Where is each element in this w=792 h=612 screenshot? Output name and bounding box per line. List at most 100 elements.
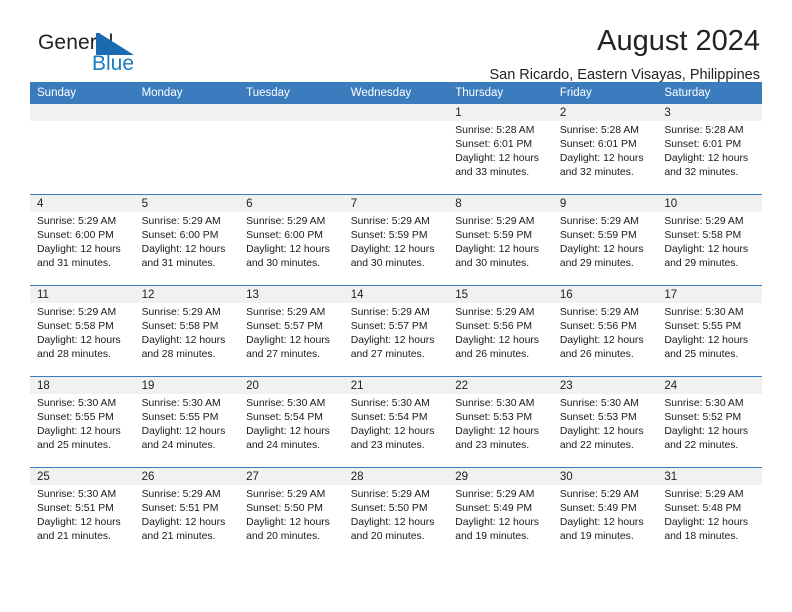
calendar-day-cell[interactable]: 8 Sunrise: 5:29 AM Sunset: 5:59 PM Daylight… bbox=[448, 194, 553, 286]
calendar-day-cell[interactable]: 9 Sunrise: 5:29 AM Sunset: 5:59 PM Daylight… bbox=[552, 194, 658, 286]
day-sun-info: Sunrise: 5:29 AM Sunset: 6:00 PM Daylight:… bbox=[135, 212, 240, 271]
day-number: 17 bbox=[657, 286, 762, 303]
day-cell-content: 12 Sunrise: 5:29 AM Sunset: 5:58 PM Dayligh… bbox=[134, 286, 240, 376]
sunrise-text: Sunrise: 5:29 AM bbox=[246, 216, 326, 227]
daylight-text-line2: and 25 minutes. bbox=[664, 349, 739, 361]
sunrise-text: Sunrise: 5:28 AM bbox=[664, 125, 744, 136]
weekday-header-thursday: Thursday bbox=[448, 82, 553, 104]
daylight-text-line2: and 30 minutes. bbox=[246, 258, 321, 270]
sunset-text: Sunset: 5:50 PM bbox=[350, 503, 428, 515]
sunrise-text: Sunrise: 5:28 AM bbox=[559, 125, 639, 136]
daylight-text-line1: Daylight: 12 hours bbox=[350, 426, 435, 438]
sunset-text: Sunset: 5:51 PM bbox=[37, 503, 114, 515]
sunset-text: Sunset: 6:01 PM bbox=[559, 139, 637, 151]
day-number: 21 bbox=[343, 377, 449, 394]
day-number bbox=[343, 104, 449, 121]
calendar-day-cell[interactable]: 28 Sunrise: 5:29 AM Sunset: 5:50 PM Dayligh… bbox=[343, 467, 449, 558]
sunset-text: Sunset: 5:59 PM bbox=[455, 230, 533, 242]
calendar-day-cell[interactable]: 22 Sunrise: 5:30 AM Sunset: 5:53 PM Dayligh… bbox=[448, 376, 553, 468]
day-cell-content: 2 Sunrise: 5:28 AM Sunset: 6:01 PM Daylight… bbox=[552, 104, 658, 194]
calendar-day-cell[interactable]: 12 Sunrise: 5:29 AM Sunset: 5:58 PM Dayligh… bbox=[134, 285, 240, 377]
calendar-day-cell[interactable]: 21 Sunrise: 5:30 AM Sunset: 5:54 PM Dayligh… bbox=[343, 376, 449, 468]
calendar-day-cell[interactable]: 30 Sunrise: 5:29 AM Sunset: 5:49 PM Dayligh… bbox=[552, 467, 658, 558]
daylight-text-line1: Daylight: 12 hours bbox=[664, 244, 749, 256]
day-number: 29 bbox=[448, 468, 553, 485]
sunrise-text: Sunrise: 5:29 AM bbox=[37, 307, 117, 318]
sunset-text: Sunset: 6:01 PM bbox=[455, 139, 533, 151]
day-sun-info: Sunrise: 5:30 AM Sunset: 5:55 PM Daylight:… bbox=[135, 394, 240, 453]
day-number: 5 bbox=[134, 195, 240, 212]
day-sun-info: Sunrise: 5:30 AM Sunset: 5:51 PM Daylight:… bbox=[30, 485, 135, 544]
calendar-day-cell[interactable]: 14 Sunrise: 5:29 AM Sunset: 5:57 PM Dayligh… bbox=[343, 285, 449, 377]
calendar-day-cell[interactable]: 19 Sunrise: 5:30 AM Sunset: 5:55 PM Dayligh… bbox=[134, 376, 240, 468]
sunrise-text: Sunrise: 5:30 AM bbox=[37, 489, 117, 500]
calendar-day-cell[interactable]: 6 Sunrise: 5:29 AM Sunset: 6:00 PM Daylight… bbox=[239, 194, 344, 286]
calendar-day-cell[interactable]: 17 Sunrise: 5:30 AM Sunset: 5:55 PM Dayligh… bbox=[657, 285, 762, 377]
sunrise-text: Sunrise: 5:29 AM bbox=[664, 489, 744, 500]
calendar-day-cell[interactable]: 15 Sunrise: 5:29 AM Sunset: 5:56 PM Dayligh… bbox=[448, 285, 553, 377]
day-number: 27 bbox=[239, 468, 344, 485]
sunrise-text: Sunrise: 5:29 AM bbox=[664, 216, 744, 227]
daylight-text-line2: and 22 minutes. bbox=[559, 440, 634, 452]
day-cell-content: 7 Sunrise: 5:29 AM Sunset: 5:59 PM Daylight… bbox=[343, 195, 449, 285]
daylight-text-line1: Daylight: 12 hours bbox=[246, 517, 330, 529]
daylight-text-line2: and 24 minutes. bbox=[246, 440, 321, 452]
calendar-day-cell[interactable]: 3 Sunrise: 5:28 AM Sunset: 6:01 PM Daylight… bbox=[657, 104, 762, 195]
day-number: 24 bbox=[657, 377, 762, 394]
daylight-text-line2: and 21 minutes. bbox=[37, 531, 111, 543]
calendar-day-cell[interactable]: 23 Sunrise: 5:30 AM Sunset: 5:53 PM Dayligh… bbox=[552, 376, 658, 468]
calendar-day-cell[interactable]: 4 Sunrise: 5:29 AM Sunset: 6:00 PM Daylight… bbox=[30, 194, 135, 286]
daylight-text-line1: Daylight: 12 hours bbox=[455, 335, 539, 347]
sunset-text: Sunset: 5:55 PM bbox=[141, 412, 219, 424]
sunset-text: Sunset: 5:58 PM bbox=[664, 230, 742, 242]
day-cell-content: 31 Sunrise: 5:29 AM Sunset: 5:48 PM Dayligh… bbox=[657, 468, 762, 558]
day-sun-info: Sunrise: 5:28 AM Sunset: 6:01 PM Daylight:… bbox=[657, 121, 762, 180]
day-cell-content bbox=[343, 104, 449, 194]
calendar-day-cell[interactable]: 16 Sunrise: 5:29 AM Sunset: 5:56 PM Dayligh… bbox=[552, 285, 658, 377]
calendar-day-cell[interactable]: 7 Sunrise: 5:29 AM Sunset: 5:59 PM Daylight… bbox=[343, 194, 449, 286]
daylight-text-line2: and 29 minutes. bbox=[559, 258, 634, 270]
calendar-day-cell[interactable]: 24 Sunrise: 5:30 AM Sunset: 5:52 PM Dayligh… bbox=[657, 376, 762, 468]
day-number: 8 bbox=[448, 195, 553, 212]
sunset-text: Sunset: 5:59 PM bbox=[350, 230, 428, 242]
daylight-text-line1: Daylight: 12 hours bbox=[559, 517, 644, 529]
calendar-day-cell bbox=[239, 104, 344, 195]
sunset-text: Sunset: 6:01 PM bbox=[664, 139, 742, 151]
calendar-day-cell[interactable]: 25 Sunrise: 5:30 AM Sunset: 5:51 PM Dayligh… bbox=[30, 467, 135, 558]
daylight-text-line1: Daylight: 12 hours bbox=[141, 517, 226, 529]
calendar-day-cell[interactable]: 26 Sunrise: 5:29 AM Sunset: 5:51 PM Dayligh… bbox=[134, 467, 240, 558]
sunrise-text: Sunrise: 5:29 AM bbox=[559, 216, 639, 227]
calendar-day-cell[interactable]: 31 Sunrise: 5:29 AM Sunset: 5:48 PM Dayligh… bbox=[657, 467, 762, 558]
day-number: 31 bbox=[657, 468, 762, 485]
calendar-day-cell[interactable]: 5 Sunrise: 5:29 AM Sunset: 6:00 PM Daylight… bbox=[134, 194, 240, 286]
calendar-day-cell[interactable]: 27 Sunrise: 5:29 AM Sunset: 5:50 PM Dayligh… bbox=[239, 467, 344, 558]
calendar-day-cell[interactable]: 20 Sunrise: 5:30 AM Sunset: 5:54 PM Dayligh… bbox=[239, 376, 344, 468]
daylight-text-line2: and 26 minutes. bbox=[559, 349, 634, 361]
sunset-text: Sunset: 5:53 PM bbox=[455, 412, 533, 424]
daylight-text-line2: and 24 minutes. bbox=[141, 440, 216, 452]
calendar-day-cell[interactable]: 29 Sunrise: 5:29 AM Sunset: 5:49 PM Dayligh… bbox=[448, 467, 553, 558]
day-sun-info: Sunrise: 5:30 AM Sunset: 5:55 PM Daylight:… bbox=[30, 394, 135, 453]
calendar-day-cell[interactable]: 11 Sunrise: 5:29 AM Sunset: 5:58 PM Dayligh… bbox=[30, 285, 135, 377]
calendar-day-cell bbox=[134, 104, 240, 195]
calendar-day-cell[interactable]: 10 Sunrise: 5:29 AM Sunset: 5:58 PM Dayligh… bbox=[657, 194, 762, 286]
calendar-day-cell bbox=[343, 104, 449, 195]
calendar-day-cell[interactable]: 18 Sunrise: 5:30 AM Sunset: 5:55 PM Dayligh… bbox=[30, 376, 135, 468]
day-number: 7 bbox=[343, 195, 449, 212]
sunset-text: Sunset: 5:57 PM bbox=[246, 321, 323, 333]
daylight-text-line1: Daylight: 12 hours bbox=[455, 426, 539, 438]
day-number: 3 bbox=[657, 104, 762, 121]
calendar-day-cell[interactable]: 2 Sunrise: 5:28 AM Sunset: 6:01 PM Daylight… bbox=[552, 104, 658, 195]
calendar-day-cell[interactable]: 13 Sunrise: 5:29 AM Sunset: 5:57 PM Dayligh… bbox=[239, 285, 344, 377]
day-number bbox=[134, 104, 240, 121]
daylight-text-line1: Daylight: 12 hours bbox=[559, 426, 644, 438]
weekday-header-row: Sunday Monday Tuesday Wednesday Thursday… bbox=[30, 82, 762, 104]
day-number: 14 bbox=[343, 286, 449, 303]
calendar-day-cell[interactable]: 1 Sunrise: 5:28 AM Sunset: 6:01 PM Daylight… bbox=[448, 104, 553, 195]
day-cell-content: 21 Sunrise: 5:30 AM Sunset: 5:54 PM Dayligh… bbox=[343, 377, 449, 467]
day-sun-info: Sunrise: 5:29 AM Sunset: 5:58 PM Daylight:… bbox=[657, 212, 762, 271]
page-header: General Blue August 2024 San Ricardo, Ea… bbox=[30, 0, 762, 84]
day-number: 12 bbox=[134, 286, 240, 303]
daylight-text-line1: Daylight: 12 hours bbox=[664, 517, 749, 529]
sunrise-text: Sunrise: 5:30 AM bbox=[350, 398, 430, 409]
